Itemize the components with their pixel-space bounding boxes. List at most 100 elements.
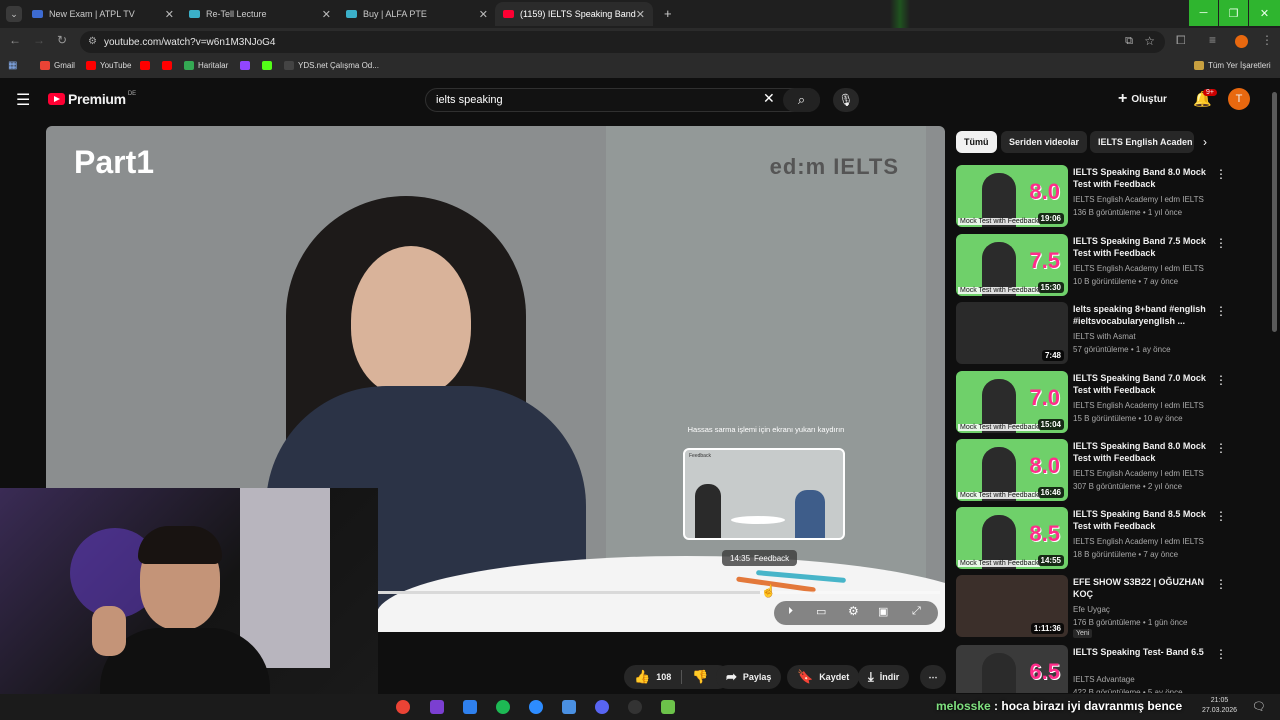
download-button[interactable]: ⤓ İndir bbox=[858, 665, 910, 689]
recommended-video[interactable]: 8.0 Mock Test with Feedback 19:06 IELTS Spe… bbox=[956, 165, 1256, 229]
search-button[interactable]: ⌕ bbox=[783, 88, 820, 112]
address-bar[interactable]: ⚙ youtube.com/watch?v=w6n1M3NJoG4 ⧉ ☆ bbox=[80, 31, 1165, 53]
chrome-taskbar-icon[interactable] bbox=[396, 700, 410, 714]
video-more-icon[interactable]: ⋮ bbox=[1215, 577, 1227, 591]
like-icon[interactable]: 👍 bbox=[634, 669, 650, 685]
tab-search-icon[interactable]: ⌄ bbox=[6, 6, 22, 22]
video-title[interactable]: IELTS Speaking Band 7.0 Mock Test with F… bbox=[1073, 372, 1208, 396]
channel-name[interactable]: IELTS English Academy l edm IELTS bbox=[1073, 469, 1223, 478]
browser-tab[interactable]: Buy | ALFA PTE ✕ bbox=[338, 2, 496, 26]
video-more-icon[interactable]: ⋮ bbox=[1215, 373, 1227, 387]
apps-grid-icon[interactable]: ▦ bbox=[8, 60, 17, 71]
recommended-video[interactable]: 7.0 Mock Test with Feedback 15:04 IELTS Spe… bbox=[956, 371, 1256, 435]
browser-tab[interactable]: New Exam | ATPL TV ✕ bbox=[24, 2, 182, 26]
extensions-icon[interactable]: ⧠ bbox=[1176, 33, 1186, 48]
theater-mode-icon[interactable]: ▣ bbox=[878, 605, 888, 618]
settings-icon[interactable]: ⚙ bbox=[848, 604, 859, 618]
search-input[interactable]: ielts speaking bbox=[425, 88, 820, 112]
video-more-icon[interactable]: ⋮ bbox=[1215, 441, 1227, 455]
all-bookmarks-link[interactable]: Tüm Yer İşaretleri bbox=[1194, 61, 1271, 70]
reload-icon[interactable]: ↻ bbox=[57, 33, 67, 47]
discord-taskbar-icon[interactable] bbox=[595, 700, 609, 714]
video-title[interactable]: Ielts speaking 8+band #english #ieltsvoc… bbox=[1073, 303, 1208, 327]
video-more-icon[interactable]: ⋮ bbox=[1215, 236, 1227, 250]
like-count[interactable]: 108 bbox=[656, 672, 671, 682]
account-avatar[interactable]: T bbox=[1228, 88, 1250, 110]
browser-tab[interactable]: (1159) IELTS Speaking Band 5.5 ✕ bbox=[495, 2, 653, 26]
filter-chip[interactable]: Tümü bbox=[956, 131, 997, 153]
notification-center-icon[interactable]: 🗨 bbox=[1252, 700, 1266, 713]
tab-close-icon[interactable]: ✕ bbox=[479, 8, 488, 21]
maximize-button[interactable]: ❐ bbox=[1219, 0, 1248, 26]
video-thumbnail[interactable]: 6.5 bbox=[956, 645, 1068, 693]
tab-close-icon[interactable]: ✕ bbox=[322, 8, 331, 21]
reading-list-icon[interactable]: ≡ bbox=[1209, 33, 1216, 47]
page-scrollbar[interactable] bbox=[1272, 92, 1277, 332]
tab-close-icon[interactable]: ✕ bbox=[636, 8, 645, 21]
cast-icon[interactable]: ⧉ bbox=[1125, 35, 1133, 48]
more-actions-button[interactable]: ⋯ bbox=[920, 665, 946, 689]
video-thumbnail[interactable]: 7.0 Mock Test with Feedback 15:04 bbox=[956, 371, 1068, 433]
video-thumbnail[interactable]: 1:11:36 bbox=[956, 575, 1068, 637]
clear-search-icon[interactable]: ✕ bbox=[763, 90, 775, 107]
video-more-icon[interactable]: ⋮ bbox=[1215, 167, 1227, 181]
bookmark-item[interactable]: Haritalar bbox=[184, 61, 228, 70]
bookmark-item[interactable]: Gmail bbox=[40, 61, 75, 70]
video-title[interactable]: IELTS Speaking Band 7.5 Mock Test with F… bbox=[1073, 235, 1208, 259]
bookmark-item[interactable]: YouTube bbox=[86, 61, 131, 70]
bookmark-item[interactable] bbox=[262, 61, 276, 70]
taskbar-app-icon-2[interactable] bbox=[430, 700, 444, 714]
bookmark-item[interactable]: YDS.net Çalışma Od... bbox=[284, 61, 379, 70]
browser-tab[interactable]: Re-Tell Lecture ✕ bbox=[181, 2, 339, 26]
dislike-icon[interactable]: 👎 bbox=[692, 669, 708, 685]
zoom-taskbar-icon[interactable] bbox=[529, 700, 543, 714]
channel-name[interactable]: IELTS Advantage bbox=[1073, 675, 1223, 684]
back-icon[interactable]: ← bbox=[9, 33, 21, 47]
video-title[interactable]: IELTS Speaking Band 8.0 Mock Test with F… bbox=[1073, 440, 1208, 464]
channel-name[interactable]: IELTS English Academy l edm IELTS bbox=[1073, 537, 1223, 546]
autoplay-toggle-icon[interactable]: ⏵ bbox=[788, 606, 793, 617]
browser-menu-icon[interactable]: ⋮ bbox=[1261, 33, 1273, 47]
filter-chip[interactable]: Seriden videolar bbox=[1001, 131, 1088, 153]
close-window-button[interactable]: ✕ bbox=[1249, 0, 1280, 26]
site-info-icon[interactable]: ⚙ bbox=[88, 36, 97, 47]
taskbar-app-icon-3[interactable] bbox=[463, 700, 477, 714]
channel-name[interactable]: Efe Uygaç bbox=[1073, 605, 1223, 614]
spotify-taskbar-icon[interactable] bbox=[496, 700, 510, 714]
video-thumbnail[interactable]: 7.5 Mock Test with Feedback 15:30 bbox=[956, 234, 1068, 296]
forward-icon[interactable]: → bbox=[33, 33, 45, 47]
recommended-video[interactable]: 8.5 Mock Test with Feedback 14:55 IELTS Spe… bbox=[956, 507, 1256, 571]
video-thumbnail[interactable]: 8.5 Mock Test with Feedback 14:55 bbox=[956, 507, 1068, 569]
recommended-video[interactable]: 8.0 Mock Test with Feedback 16:46 IELTS Spe… bbox=[956, 439, 1256, 503]
video-thumbnail[interactable]: 8.0 Mock Test with Feedback 19:06 bbox=[956, 165, 1068, 227]
subtitles-icon[interactable]: ▭ bbox=[816, 605, 826, 618]
video-title[interactable]: IELTS Speaking Band 8.0 Mock Test with F… bbox=[1073, 166, 1208, 190]
chips-next-icon[interactable]: › bbox=[1203, 135, 1207, 149]
save-button[interactable]: 🔖 Kaydet bbox=[787, 665, 860, 689]
video-more-icon[interactable]: ⋮ bbox=[1215, 304, 1227, 318]
youtube-premium-logo[interactable]: Premium DE bbox=[48, 91, 136, 107]
video-more-icon[interactable]: ⋮ bbox=[1215, 647, 1227, 661]
video-title[interactable]: IELTS Speaking Band 8.5 Mock Test with F… bbox=[1073, 508, 1208, 532]
progress-track[interactable] bbox=[378, 591, 940, 594]
recommended-video[interactable]: 1:11:36 EFE SHOW S3B22 | OĞUZHAN KOÇ Efe U… bbox=[956, 575, 1256, 639]
taskbar-app-icon-9[interactable] bbox=[661, 700, 675, 714]
voice-search-icon[interactable]: 🎙 bbox=[833, 88, 859, 112]
bookmark-item[interactable] bbox=[162, 61, 176, 70]
bookmark-star-icon[interactable]: ☆ bbox=[1144, 34, 1155, 48]
tab-close-icon[interactable]: ✕ bbox=[165, 8, 174, 21]
recommended-video[interactable]: 7:48 Ielts speaking 8+band #english #ielt… bbox=[956, 302, 1256, 366]
channel-name[interactable]: IELTS with Asmat bbox=[1073, 332, 1223, 341]
hamburger-menu-icon[interactable]: ☰ bbox=[16, 90, 30, 110]
taskbar-app-icon-8[interactable] bbox=[628, 700, 642, 714]
video-thumbnail[interactable]: 8.0 Mock Test with Feedback 16:46 bbox=[956, 439, 1068, 501]
recommended-video[interactable]: 7.5 Mock Test with Feedback 15:30 IELTS Spe… bbox=[956, 234, 1256, 298]
share-button[interactable]: ➦ Paylaş bbox=[716, 665, 782, 689]
profile-avatar[interactable] bbox=[1235, 35, 1248, 48]
channel-name[interactable]: IELTS English Academy l edm IELTS bbox=[1073, 401, 1223, 410]
channel-name[interactable]: IELTS English Academy l edm IELTS bbox=[1073, 195, 1223, 204]
taskbar-app-icon-6[interactable] bbox=[562, 700, 576, 714]
new-tab-button[interactable]: + bbox=[664, 6, 672, 21]
filter-chip[interactable]: IELTS English Acaden bbox=[1090, 131, 1194, 153]
bookmark-item[interactable] bbox=[240, 61, 254, 70]
